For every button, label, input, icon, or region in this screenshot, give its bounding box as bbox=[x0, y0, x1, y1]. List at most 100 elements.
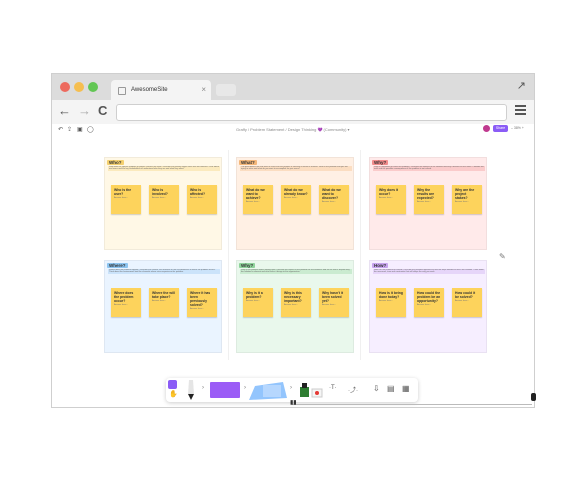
sticky-note-answer: Answer here... bbox=[379, 300, 394, 302]
section-label: Why? bbox=[239, 263, 256, 268]
hamburger-menu-icon[interactable] bbox=[515, 105, 526, 117]
drawing-toolbar: ✋ › › › ·T· ·⤴· ⇩ ▤ ▦ bbox=[166, 378, 418, 402]
section-description: The goal defines the end state or result… bbox=[240, 166, 352, 171]
template-section[interactable]: What? The goal defines the end state or r… bbox=[236, 157, 354, 250]
section-description: Who does the specific problem or project… bbox=[108, 166, 220, 171]
sticky-note-answer: Answer here... bbox=[190, 308, 205, 310]
sticky-note[interactable]: Why does it occur? Answer here... bbox=[376, 185, 406, 214]
section-label: How? bbox=[372, 263, 389, 268]
sticky-note-answer: Answer here... bbox=[246, 201, 261, 203]
undo-icon[interactable]: ↶ bbox=[58, 126, 63, 133]
comment-icon[interactable]: ◯ bbox=[87, 126, 94, 133]
template-section[interactable]: Why? Why is this problem worth solving no… bbox=[236, 260, 354, 353]
maximize-window-button[interactable] bbox=[88, 82, 98, 92]
chevron-icon[interactable]: › bbox=[244, 385, 246, 391]
sticky-note[interactable]: Where the will take place? Answer here... bbox=[149, 288, 179, 317]
sticky-note-answer: Answer here... bbox=[379, 197, 394, 199]
sticky-note-question: What do we want to discover? bbox=[322, 188, 341, 200]
page-icon bbox=[118, 87, 126, 95]
new-tab-button[interactable] bbox=[216, 84, 236, 96]
browser-tab[interactable]: AwesomeSite × bbox=[111, 80, 211, 100]
sticky-note-question: Why is it a problem? bbox=[246, 291, 263, 299]
sticky-note-answer: Answer here... bbox=[455, 300, 470, 302]
upload-icon[interactable]: ⇩ bbox=[373, 384, 380, 393]
section-description: How can the problem be solved? Describe … bbox=[373, 269, 485, 274]
avatar[interactable] bbox=[483, 125, 490, 132]
sticky-note-question: Who is affected? bbox=[190, 188, 206, 196]
sticky-note[interactable]: Why are the project stakes? Answer here..… bbox=[452, 185, 482, 214]
connector-tool-icon[interactable]: ·⤴· bbox=[348, 385, 358, 394]
sticky-note-question: Why hasn't it been solved yet? bbox=[322, 291, 343, 303]
chevron-icon[interactable]: › bbox=[202, 385, 204, 391]
sticky-note[interactable]: Where does the problem occur? Answer here… bbox=[111, 288, 141, 317]
scroll-indicator[interactable] bbox=[531, 393, 536, 401]
sticky-note-answer: Answer here... bbox=[417, 304, 432, 306]
section-label: Why? bbox=[372, 160, 389, 165]
forward-arrow-icon[interactable]: → bbox=[78, 103, 91, 119]
sticky-note[interactable]: How is it being done today? Answer here..… bbox=[376, 288, 406, 317]
sticky-note[interactable]: Why hasn't it been solved yet? Answer her… bbox=[319, 288, 349, 317]
sticky-note-answer: Answer here... bbox=[417, 201, 432, 203]
sticky-note-answer: Answer here... bbox=[322, 201, 337, 203]
sticky-note[interactable]: What do we want to achieve? Answer here..… bbox=[243, 185, 273, 214]
template-section[interactable]: Who? Who does the specific problem or pro… bbox=[104, 157, 222, 250]
expand-icon[interactable]: ↗ bbox=[517, 79, 526, 92]
back-arrow-icon[interactable]: ← bbox=[58, 103, 71, 119]
sticky-note[interactable]: What do we already know? Answer here... bbox=[281, 185, 311, 214]
breadcrumb[interactable]: Graffy / Problem Statement / Design Thin… bbox=[236, 127, 350, 132]
template-section[interactable]: Where? Where does the problem happen? Des… bbox=[104, 260, 222, 353]
section-label: Who? bbox=[107, 160, 124, 165]
sticky-note[interactable]: Why the results are expected? Answer here… bbox=[414, 185, 444, 214]
horizontal-scrollbar[interactable] bbox=[292, 404, 532, 405]
sticky-note[interactable]: Where it has been previously solved? Answ… bbox=[187, 288, 217, 317]
sticky-note-question: How could it be solved? bbox=[455, 291, 476, 299]
stickers-icon[interactable] bbox=[298, 381, 324, 399]
sticky-note-question: How is it being done today? bbox=[379, 291, 403, 299]
sticky-note-question: How could the problem be an opportunity? bbox=[417, 291, 441, 303]
tab-close-icon[interactable]: × bbox=[201, 80, 206, 100]
sticky-note[interactable]: How could the problem be an opportunity?… bbox=[414, 288, 444, 317]
share-icon[interactable]: ⇪ bbox=[67, 126, 72, 133]
sticky-note-answer: Answer here... bbox=[246, 300, 261, 302]
pencil-icon[interactable]: ✎ bbox=[499, 252, 506, 261]
zoom-control[interactable]: – 38% + bbox=[511, 126, 524, 130]
chevron-icon[interactable]: › bbox=[290, 385, 292, 391]
template-section[interactable]: How? How can the problem be solved? Descr… bbox=[369, 260, 487, 353]
address-bar[interactable] bbox=[116, 104, 507, 121]
sticky-note[interactable]: What do we want to discover? Answer here.… bbox=[319, 185, 349, 214]
section-description: Why is it important to solve this proble… bbox=[373, 166, 485, 171]
sticky-note-answer: Answer here... bbox=[284, 304, 299, 306]
share-button[interactable]: Share bbox=[493, 125, 508, 132]
sticky-note-answer: Answer here... bbox=[284, 197, 299, 199]
select-tool-icon[interactable] bbox=[168, 380, 177, 389]
minimize-window-button[interactable] bbox=[74, 82, 84, 92]
text-tool-icon[interactable]: ·T· bbox=[329, 385, 337, 391]
shape-tool-icon[interactable] bbox=[249, 382, 287, 400]
sticky-note-answer: Answer here... bbox=[114, 304, 129, 306]
pen-tool-icon[interactable] bbox=[184, 380, 198, 400]
frame-icon[interactable]: ▣ bbox=[77, 126, 83, 133]
sticky-note[interactable]: How could it be solved? Answer here... bbox=[452, 288, 482, 317]
image-icon[interactable]: ▤ bbox=[387, 384, 395, 393]
sticky-note-tool[interactable] bbox=[210, 382, 240, 398]
reload-icon[interactable]: C bbox=[98, 103, 107, 119]
canvas-divider bbox=[360, 150, 361, 360]
app-header: ↶ ⇪ ▣ ◯ Graffy / Problem Statement / Des… bbox=[52, 124, 534, 134]
navigation-bar: ← → C bbox=[52, 100, 534, 125]
close-window-button[interactable] bbox=[60, 82, 70, 92]
sticky-note[interactable]: Who is affected? Answer here... bbox=[187, 185, 217, 214]
title-bar: AwesomeSite × ↗ bbox=[52, 74, 534, 100]
section-description: Why is this problem worth solving now? D… bbox=[240, 269, 352, 274]
sticky-note-question: Why does it occur? bbox=[379, 188, 399, 196]
scroll-handle[interactable]: ▮▮ bbox=[290, 400, 297, 406]
hand-tool-icon[interactable]: ✋ bbox=[169, 391, 178, 399]
table-icon[interactable]: ▦ bbox=[402, 384, 410, 393]
template-section[interactable]: Why? Why is it important to solve this pr… bbox=[369, 157, 487, 250]
section-label: What? bbox=[239, 160, 257, 165]
sticky-note-question: Where it has been previously solved? bbox=[190, 291, 211, 307]
sticky-note[interactable]: Why is it a problem? Answer here... bbox=[243, 288, 273, 317]
sticky-note[interactable]: Why is this necessary important? Answer h… bbox=[281, 288, 311, 317]
sticky-note[interactable]: Who is the user? Answer here... bbox=[111, 185, 141, 214]
sticky-note-question: Why are the project stakes? bbox=[455, 188, 475, 200]
sticky-note[interactable]: Who is involved? Answer here... bbox=[149, 185, 179, 214]
